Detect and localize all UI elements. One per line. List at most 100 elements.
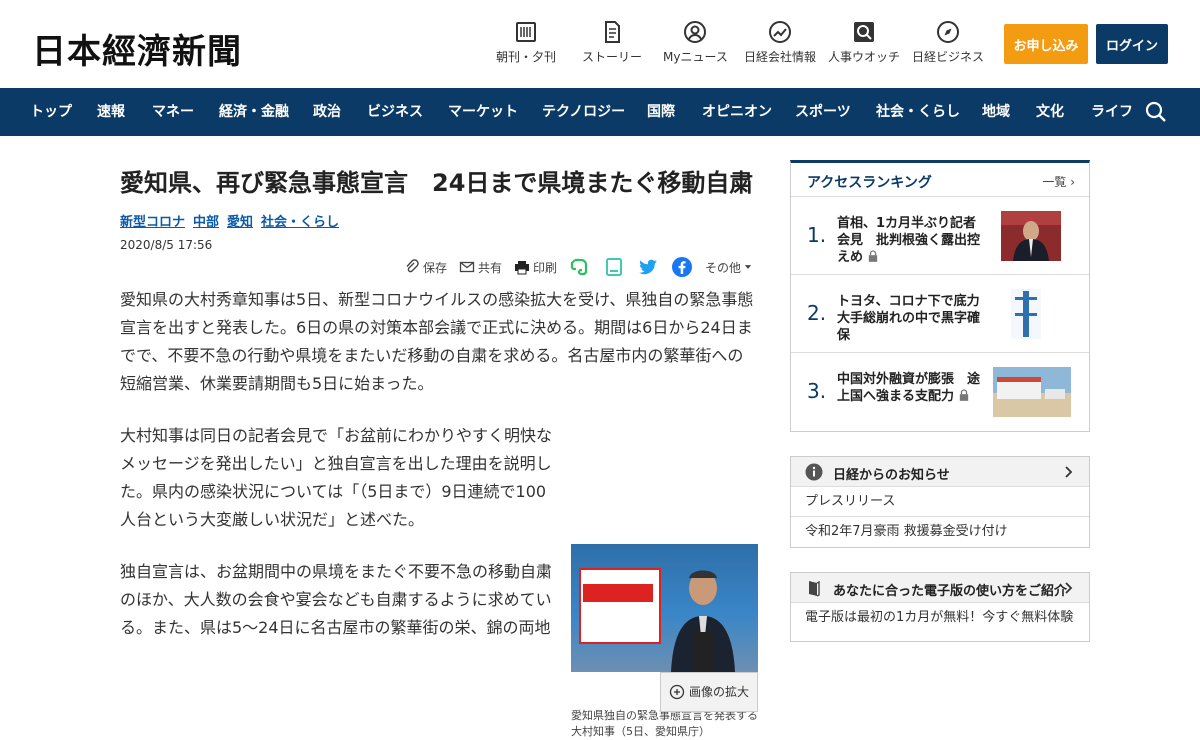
ranking-text: トヨタ、コロナ下で底力 大手総崩れの中で黒字確保 [837, 294, 993, 343]
util-company[interactable]: 日経会社情報 [744, 20, 816, 65]
notice-panel: 日経からのお知らせ プレスリリース 令和2年7月豪雨 救援募金受け付け [790, 456, 1090, 548]
main-nav: トップ 速報 マネー 経済・金融 政治 ビジネス マーケット テクノロジー 国際… [0, 88, 1200, 136]
printer-icon [514, 261, 529, 275]
photo-caption: 愛知県独自の緊急事態宣言を発表する大村知事（5日、愛知県庁） [571, 709, 758, 738]
tag-link[interactable]: 中部 [193, 215, 219, 230]
evernote-icon [570, 258, 588, 276]
ranking-number: 1. [807, 223, 827, 247]
zoom-image-button[interactable]: 画像の拡大 [659, 672, 758, 712]
site-header: 日本經濟新聞 朝刊・夕刊 ストーリー Myニュース 日経会社情報 人事ウオッチ … [0, 0, 1200, 88]
util-label: 日経ビジネス [912, 50, 985, 64]
ranking-more-link[interactable]: 一覧 › [1042, 173, 1075, 190]
user-icon [684, 21, 707, 43]
nav-item-technology[interactable]: テクノロジー [542, 88, 625, 136]
twitter-icon [638, 259, 657, 275]
ranking-text: 首相、1カ月半ぶり記者会見 批判根強く露出控えめ [837, 215, 987, 266]
ranking-item[interactable]: 3. 中国対外融資が膨張 途上国へ強まる支配力 [791, 353, 1089, 431]
article-figure: 画像の拡大 愛知県独自の緊急事態宣言を発表する大村知事（5日、愛知県庁） [571, 544, 758, 740]
tag-link[interactable]: 愛知 [227, 215, 253, 230]
site-logo[interactable]: 日本經濟新聞 [32, 24, 242, 73]
article-photo[interactable] [571, 544, 758, 672]
book-icon [809, 580, 820, 597]
article-title: 愛知県、再び緊急事態宣言 24日まで県境またぐ移動自粛 [120, 169, 754, 197]
chevron-right-icon [1065, 466, 1073, 478]
nav-item-politics[interactable]: 政治 [313, 88, 341, 136]
apply-button[interactable]: お申し込み [1004, 24, 1088, 64]
util-label: 朝刊・夕刊 [496, 50, 557, 64]
digital-link[interactable]: 電子版は最初の1カ月が無料！今すぐ無料体験 [791, 603, 1089, 633]
ranking-panel: アクセスランキング 一覧 › 1. 首相、1カ月半ぶり記者会見 批判根強く露出控… [790, 160, 1090, 432]
tag-link[interactable]: 社会・くらし [261, 215, 339, 230]
nav-item-business[interactable]: ビジネス [367, 88, 423, 136]
share-bar: 保存 共有 印刷 その他 [392, 256, 756, 278]
nav-item-flash[interactable]: 速報 [97, 88, 125, 136]
compass-icon [937, 21, 959, 43]
document-icon [605, 21, 620, 43]
tag-link[interactable]: 新型コロナ [120, 215, 185, 230]
notice-header[interactable]: 日経からのお知らせ [791, 457, 1089, 487]
ranking-more-label: 一覧 [1042, 175, 1067, 189]
nav-item-economy[interactable]: 経済・金融 [219, 88, 289, 136]
search-icon[interactable] [1144, 100, 1168, 124]
share-button[interactable]: 共有 [459, 259, 502, 276]
article-tags: 新型コロナ 中部 愛知 社会・くらし [120, 211, 758, 230]
nav-item-sports[interactable]: スポーツ [795, 88, 851, 136]
photo-person [671, 570, 735, 672]
nav-item-money[interactable]: マネー [152, 88, 194, 136]
share-more-button[interactable]: その他 [705, 259, 756, 276]
ranking-number: 2. [807, 301, 827, 325]
article-paragraph: 独自宣言は、お盆期間中の県境をまたぐ不要不急の移動自粛のほか、大人数の会食や宴会… [120, 562, 553, 637]
nav-item-opinion[interactable]: オピニオン [702, 88, 772, 136]
util-story[interactable]: ストーリー [582, 20, 642, 65]
util-personnel[interactable]: 人事ウオッチ [828, 20, 900, 65]
lock-icon [959, 389, 968, 401]
mail-icon [459, 261, 475, 273]
share-more-label: その他 [704, 260, 741, 275]
article-body: 愛知県の大村秀章知事は5日、新型コロナウイルスの感染拡大を受け、県独自の緊急事態… [120, 286, 758, 738]
util-business[interactable]: 日経ビジネス [912, 20, 984, 65]
article: 愛知県、再び緊急事態宣言 24日まで県境またぐ移動自粛 新型コロナ 中部 愛知 社会・… [120, 160, 758, 738]
save-label: 保存 [422, 260, 447, 275]
evernote-button[interactable] [569, 256, 591, 278]
nav-item-top[interactable]: トップ [30, 88, 72, 136]
facebook-button[interactable] [671, 256, 693, 278]
paperclip-icon [406, 259, 419, 273]
ranking-text: 中国対外融資が膨張 途上国へ強まる支配力 [837, 371, 987, 405]
util-label: Myニュース [663, 50, 728, 64]
lock-icon [868, 250, 877, 262]
nav-item-region[interactable]: 地域 [982, 88, 1010, 136]
twitter-button[interactable] [637, 256, 659, 278]
ranking-thumb-2 [1011, 289, 1041, 339]
ranking-item[interactable]: 1. 首相、1カ月半ぶり記者会見 批判根強く露出控えめ [791, 197, 1089, 275]
nav-item-society[interactable]: 社会・くらし [876, 88, 960, 136]
util-newspaper[interactable]: 朝刊・夕刊 [496, 20, 556, 65]
nav-item-international[interactable]: 国際 [647, 88, 675, 136]
print-button[interactable]: 印刷 [514, 259, 557, 276]
login-button[interactable]: ログイン [1096, 24, 1168, 64]
caret-down-icon [744, 265, 752, 269]
util-mynews[interactable]: Myニュース [663, 20, 728, 65]
notice-title: 日経からのお知らせ [833, 468, 950, 483]
print-label: 印刷 [532, 260, 557, 275]
note-button[interactable] [603, 256, 625, 278]
magnifier-icon [854, 22, 874, 42]
ranking-thumb-1 [1001, 211, 1061, 261]
digital-header[interactable]: あなたに合った電子版の使い方をご紹介 [791, 573, 1089, 603]
notice-link[interactable]: プレスリリース [791, 487, 1089, 517]
note-icon [605, 258, 622, 276]
ranking-number: 3. [807, 379, 827, 403]
nav-item-life[interactable]: ライフ [1091, 88, 1133, 136]
ranking-thumb-3 [993, 367, 1071, 417]
util-label: 日経会社情報 [744, 50, 817, 64]
notice-link[interactable]: 令和2年7月豪雨 救援募金受け付け [791, 517, 1089, 547]
chevron-right-icon [1065, 582, 1073, 594]
ranking-item[interactable]: 2. トヨタ、コロナ下で底力 大手総崩れの中で黒字確保 [791, 275, 1089, 353]
digital-panel: あなたに合った電子版の使い方をご紹介 電子版は最初の1カ月が無料！今すぐ無料体験 [790, 572, 1090, 642]
info-icon [805, 463, 823, 481]
facebook-icon [671, 257, 692, 277]
nav-item-market[interactable]: マーケット [448, 88, 518, 136]
util-label: ストーリー [582, 50, 643, 64]
nav-item-culture[interactable]: 文化 [1036, 88, 1064, 136]
save-button[interactable]: 保存 [404, 259, 447, 276]
newspaper-icon [516, 22, 536, 42]
